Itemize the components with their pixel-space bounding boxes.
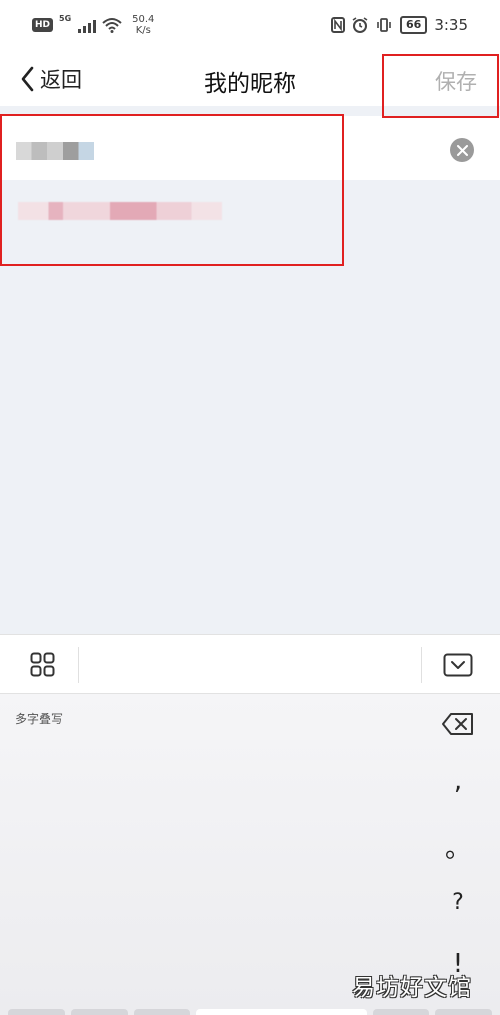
speed-value: 50.4 <box>132 14 155 25</box>
network-type: 5G <box>59 14 72 23</box>
save-button[interactable]: 保存 <box>435 66 477 96</box>
alarm-icon <box>352 17 368 33</box>
key-period[interactable]: 。 <box>438 828 478 865</box>
hd-icon: HD <box>32 18 54 32</box>
nfc-icon <box>331 17 345 33</box>
handwriting-mode-label: 多字叠写 <box>15 712 64 726</box>
page-title: 我的昵称 <box>204 71 296 97</box>
content-area <box>0 106 500 634</box>
grid-menu-icon[interactable] <box>30 652 55 677</box>
status-left: HD 5G 50.4 K/s <box>32 14 154 36</box>
wifi-icon <box>102 18 122 33</box>
keyboard-toolbar <box>0 634 500 694</box>
battery-icon: 66 <box>400 16 428 34</box>
keyboard-bottom-row <box>0 1009 500 1015</box>
backspace-icon[interactable] <box>441 712 475 736</box>
key-comma[interactable]: , <box>438 766 478 796</box>
keyboard-collapse-icon[interactable] <box>443 653 473 677</box>
input-hint-blurred <box>18 202 222 220</box>
key-question[interactable]: ? <box>438 890 478 915</box>
status-bar: HD 5G 50.4 K/s 66 3:35 <box>0 0 500 56</box>
clear-input-button[interactable] <box>450 138 474 162</box>
close-icon <box>456 144 468 156</box>
nav-bar: 返回 我的昵称 保存 <box>0 56 500 106</box>
toolbar-divider <box>421 647 422 683</box>
nickname-value-blurred <box>16 142 94 160</box>
signal-icon <box>78 17 97 33</box>
network-speed: 50.4 K/s <box>132 14 154 36</box>
vibrate-icon <box>377 18 391 32</box>
clock: 3:35 <box>434 16 468 34</box>
watermark: 易坊好文馆 <box>352 975 472 1001</box>
speed-unit: K/s <box>135 25 151 36</box>
status-right: 66 3:35 <box>331 16 468 34</box>
toolbar-divider <box>78 647 79 683</box>
handwriting-keyboard[interactable]: 多字叠写 , 。 ? ! <box>0 694 500 1015</box>
